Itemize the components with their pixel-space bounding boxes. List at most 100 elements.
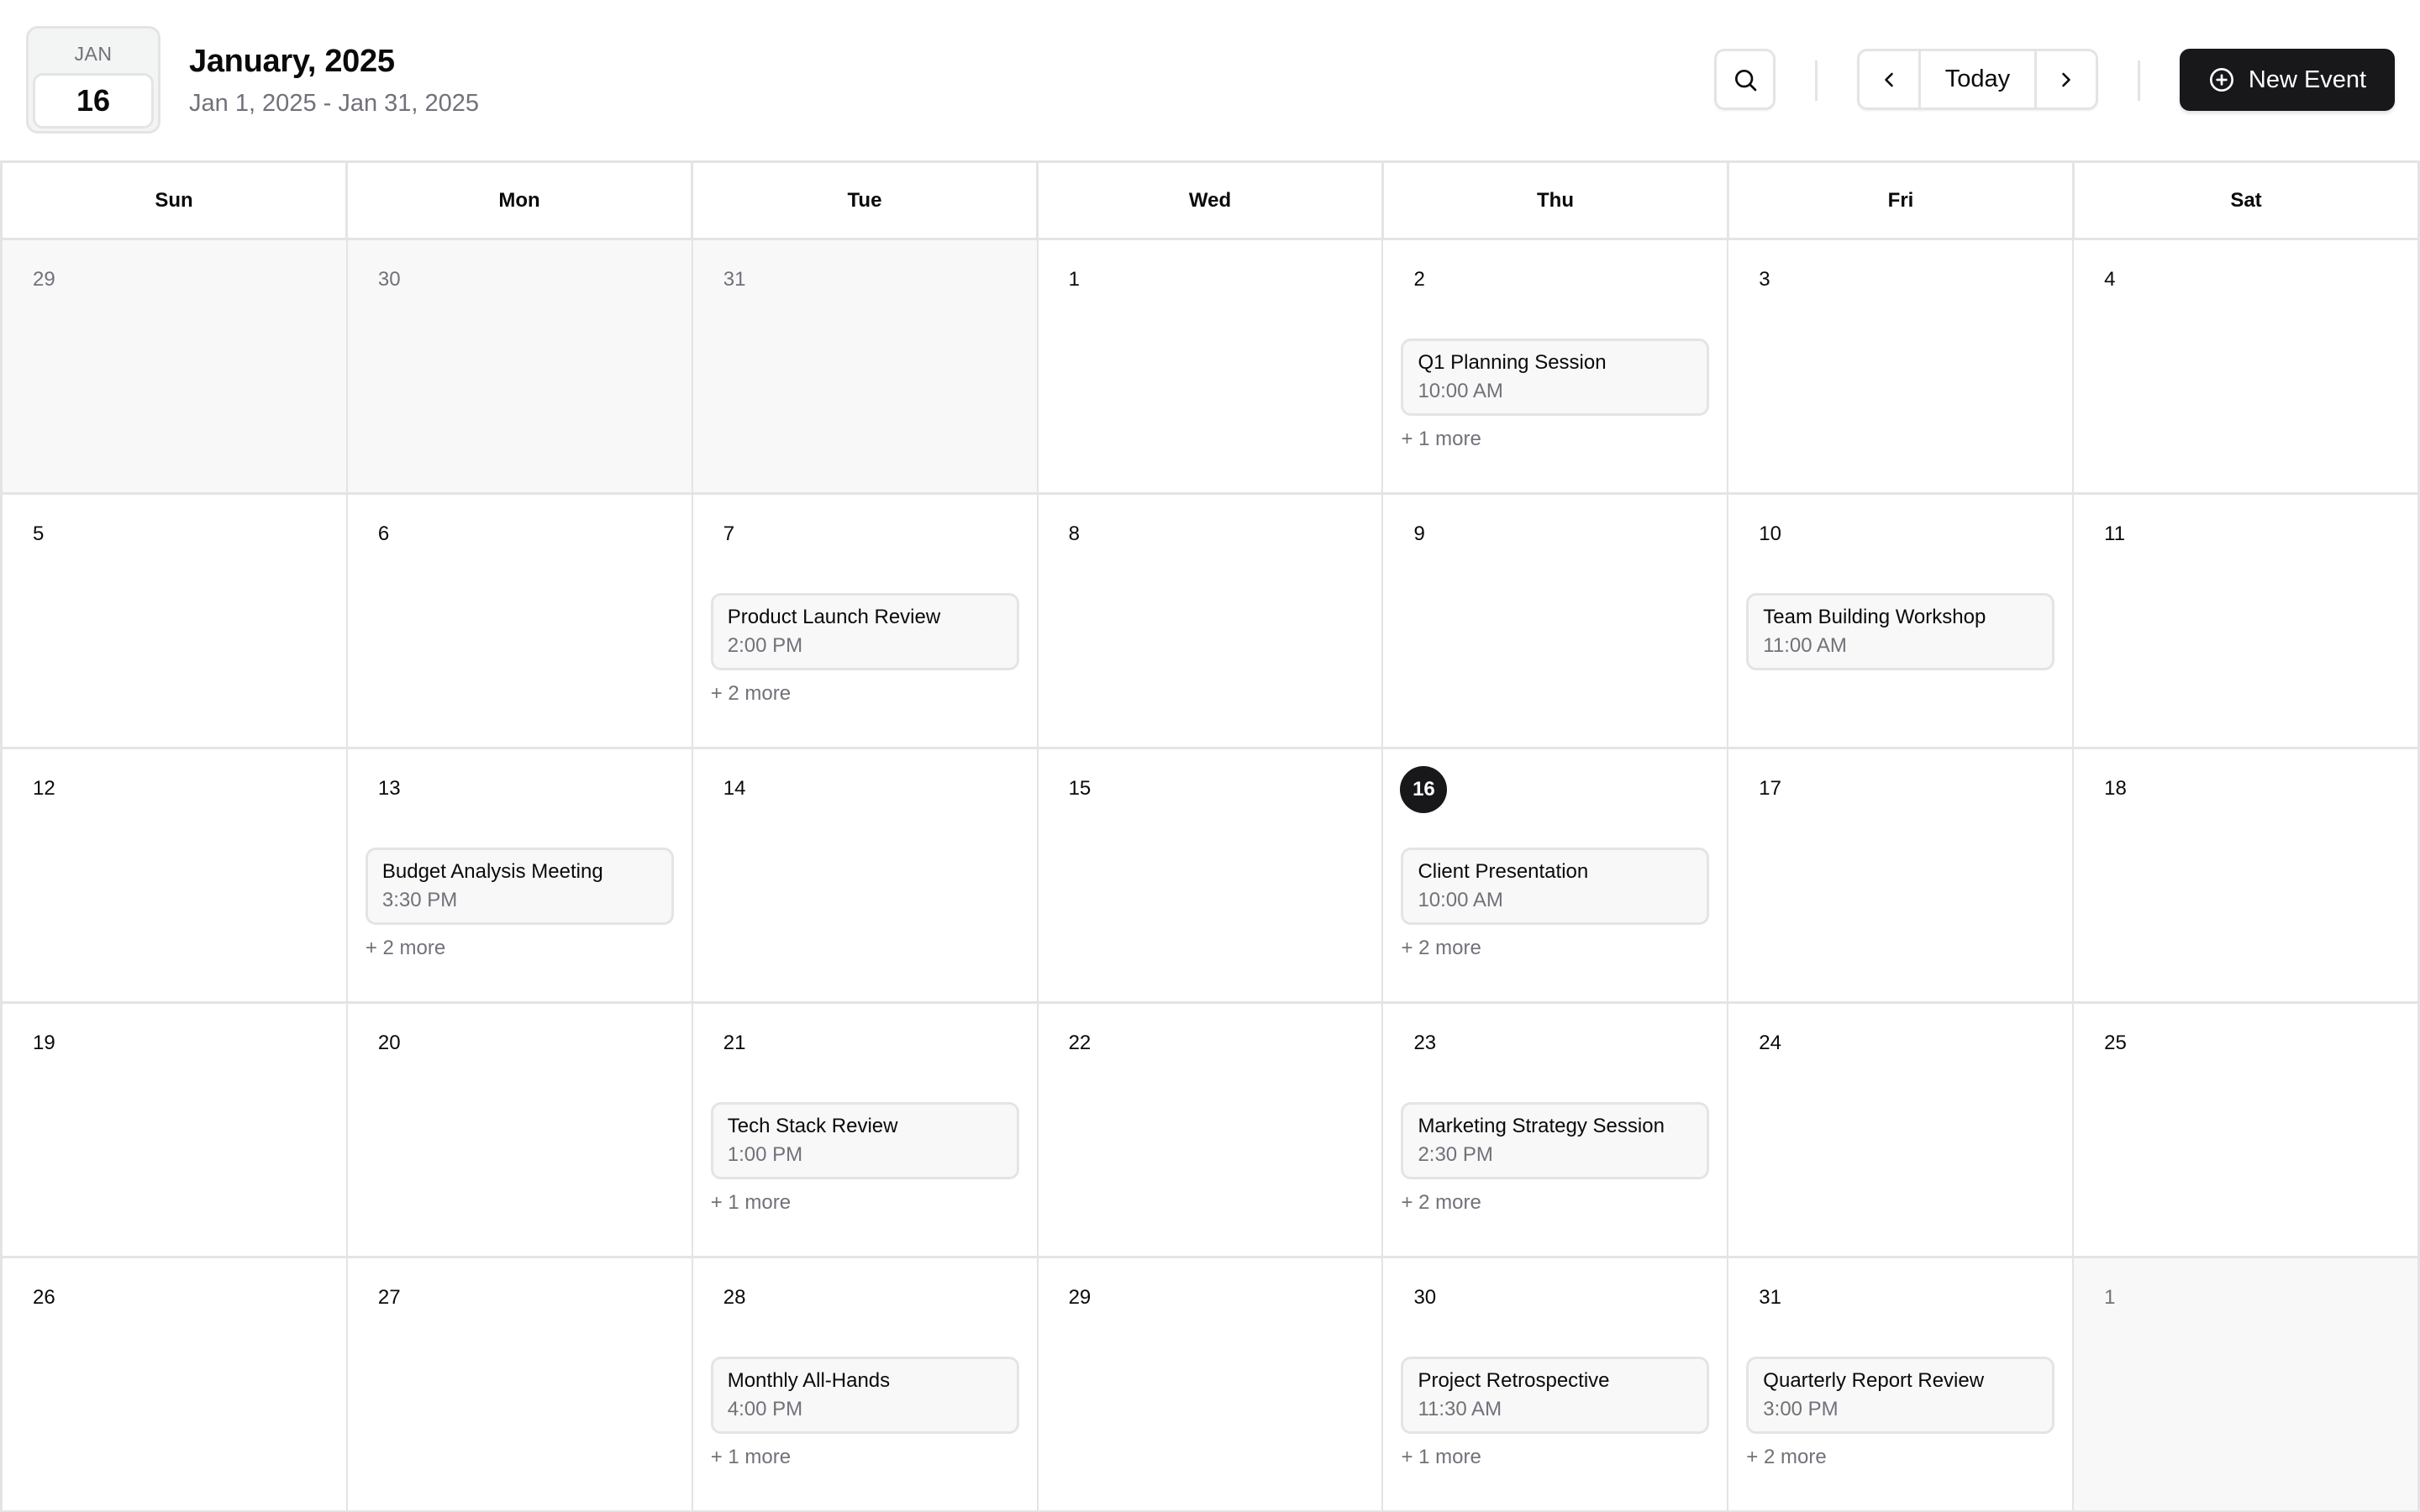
day-cell[interactable]: 9 — [1383, 495, 1729, 747]
weekday-header: Tue — [693, 163, 1039, 238]
date-number: 21 — [723, 1032, 746, 1054]
day-cell[interactable]: 25 — [2074, 1004, 2418, 1256]
day-cell[interactable]: 2 Q1 Planning Session 10:00 AM + 1 more — [1383, 240, 1729, 492]
more-events-link[interactable]: + 2 more — [1401, 937, 1481, 960]
event-card[interactable]: Q1 Planning Session 10:00 AM — [1401, 339, 1710, 416]
day-cell-outside-month[interactable]: 31 — [692, 240, 1039, 492]
event-card[interactable]: Project Retrospective 11:30 AM — [1401, 1357, 1710, 1434]
date-number: 8 — [1068, 522, 1080, 545]
day-cell[interactable]: 12 — [3, 749, 348, 1001]
event-card[interactable]: Monthly All-Hands 4:00 PM — [710, 1357, 1019, 1434]
day-cell-outside-month[interactable]: 29 — [3, 240, 348, 492]
more-events-link[interactable]: + 1 more — [1401, 428, 1481, 451]
more-events-link[interactable]: + 2 more — [1746, 1446, 1826, 1469]
event-time: 10:00 AM — [1418, 889, 1503, 911]
calendar-header: JAN 16 January, 2025 Jan 1, 2025 - Jan 3… — [0, 0, 2420, 160]
date-number: 4 — [2104, 268, 2116, 291]
date-number: 25 — [2104, 1032, 2127, 1054]
current-date-badge: JAN 16 — [26, 26, 160, 134]
today-date-number: 16 — [1400, 766, 1448, 813]
day-cell[interactable]: 16 Client Presentation 10:00 AM + 2 more — [1383, 749, 1729, 1001]
date-number: 12 — [33, 777, 55, 800]
day-cell[interactable]: 11 — [2074, 495, 2418, 747]
event-time: 3:30 PM — [381, 889, 458, 911]
today-button[interactable]: Today — [1918, 51, 2037, 108]
day-cell[interactable]: 29 — [1038, 1258, 1384, 1510]
day-cell[interactable]: 22 — [1038, 1004, 1384, 1256]
day-cell[interactable]: 1 — [1038, 240, 1384, 492]
day-cell[interactable]: 21 Tech Stack Review 1:00 PM + 1 more — [692, 1004, 1039, 1256]
weekday-header: Wed — [1039, 163, 1384, 238]
search-icon — [1734, 69, 1756, 91]
event-card[interactable]: Tech Stack Review 1:00 PM — [710, 1102, 1019, 1179]
date-number: 28 — [723, 1286, 746, 1309]
event-card[interactable]: Quarterly Report Review 3:00 PM — [1746, 1357, 2055, 1434]
previous-month-button[interactable] — [1860, 51, 1918, 108]
day-cell[interactable]: 28 Monthly All-Hands 4:00 PM + 1 more — [692, 1258, 1039, 1510]
date-number: 1 — [2104, 1286, 2116, 1309]
event-card[interactable]: Budget Analysis Meeting 3:30 PM — [365, 848, 674, 925]
toolbar-divider — [2138, 60, 2140, 101]
date-number: 1 — [1068, 268, 1080, 291]
day-cell[interactable]: 26 — [3, 1258, 348, 1510]
date-number: 29 — [1068, 1286, 1092, 1309]
day-cell[interactable]: 7 Product Launch Review 2:00 PM + 2 more — [692, 495, 1039, 747]
day-cell-outside-month[interactable]: 30 — [347, 240, 693, 492]
day-cell[interactable]: 20 — [347, 1004, 693, 1256]
event-card[interactable]: Client Presentation 10:00 AM — [1401, 848, 1710, 925]
month-grid: Sun Mon Tue Wed Thu Fri Sat 29 30 31 1 2 Q1 Plannin… — [0, 160, 2420, 1512]
next-month-button[interactable] — [2037, 51, 2096, 108]
event-time: 3:00 PM — [1763, 1398, 1839, 1420]
day-cell[interactable]: 13 Budget Analysis Meeting 3:30 PM + 2 more — [347, 749, 693, 1001]
event-title: Monthly All-Hands — [727, 1369, 891, 1392]
more-events-link[interactable]: + 1 more — [711, 1191, 791, 1215]
day-cell[interactable]: 4 — [2074, 240, 2418, 492]
day-cell[interactable]: 17 — [1728, 749, 2075, 1001]
event-title: Quarterly Report Review — [1763, 1369, 1985, 1392]
week-row: 12 13 Budget Analysis Meeting 3:30 PM + 2 mo… — [3, 749, 2418, 1004]
date-number: 6 — [377, 522, 390, 545]
day-cell[interactable]: 23 Marketing Strategy Session 2:30 PM + 2 m… — [1383, 1004, 1729, 1256]
weeks-container: 29 30 31 1 2 Q1 Planning Session 10:00 AM + 1 m… — [3, 240, 2418, 1512]
event-title: Client Presentation — [1418, 860, 1589, 883]
day-cell[interactable]: 10 Team Building Workshop 11:00 AM — [1728, 495, 2075, 747]
day-cell-outside-month[interactable]: 1 — [2074, 1258, 2418, 1510]
day-cell[interactable]: 30 Project Retrospective 11:30 AM + 1 more — [1383, 1258, 1729, 1510]
day-cell[interactable]: 18 — [2074, 749, 2418, 1001]
day-cell[interactable]: 3 — [1728, 240, 2075, 492]
date-number: 29 — [33, 268, 55, 291]
date-number: 23 — [1413, 1032, 1437, 1054]
event-title: Product Launch Review — [727, 606, 941, 628]
date-number: 3 — [1759, 268, 1770, 291]
weekday-header: Sat — [2230, 188, 2262, 212]
toolbar-divider — [1815, 60, 1818, 101]
day-cell[interactable]: 31 Quarterly Report Review 3:00 PM + 2 more — [1728, 1258, 2075, 1510]
day-cell[interactable]: 27 — [347, 1258, 693, 1510]
week-row: 29 30 31 1 2 Q1 Planning Session 10:00 AM + 1 m… — [3, 240, 2418, 495]
search-button[interactable] — [1714, 49, 1776, 110]
day-cell[interactable]: 8 — [1038, 495, 1384, 747]
month-title: January, 2025 — [189, 44, 395, 79]
event-title: Budget Analysis Meeting — [381, 860, 603, 883]
day-cell[interactable]: 6 — [347, 495, 693, 747]
date-number: 20 — [377, 1032, 401, 1054]
day-cell[interactable]: 15 — [1038, 749, 1384, 1001]
more-events-link[interactable]: + 2 more — [1401, 1191, 1481, 1215]
new-event-button[interactable]: New Event — [2180, 49, 2395, 111]
event-card[interactable]: Marketing Strategy Session 2:30 PM — [1401, 1102, 1710, 1179]
day-cell[interactable]: 24 — [1728, 1004, 2075, 1256]
event-card[interactable]: Product Launch Review 2:00 PM — [710, 593, 1019, 670]
more-events-link[interactable]: + 1 more — [711, 1446, 791, 1469]
day-cell[interactable]: 5 — [3, 495, 348, 747]
more-events-link[interactable]: + 2 more — [711, 682, 791, 706]
date-number: 18 — [2104, 777, 2127, 800]
more-events-link[interactable]: + 2 more — [366, 937, 445, 960]
date-number: 31 — [1759, 1286, 1781, 1309]
week-row: 19 20 21 Tech Stack Review 1:00 PM + 1 more 22… — [3, 1004, 2418, 1258]
event-card[interactable]: Team Building Workshop 11:00 AM — [1746, 593, 2055, 670]
day-cell[interactable]: 19 — [3, 1004, 348, 1256]
chevron-right-icon — [2062, 72, 2070, 87]
event-time: 1:00 PM — [727, 1143, 803, 1166]
day-cell[interactable]: 14 — [692, 749, 1039, 1001]
more-events-link[interactable]: + 1 more — [1401, 1446, 1481, 1469]
